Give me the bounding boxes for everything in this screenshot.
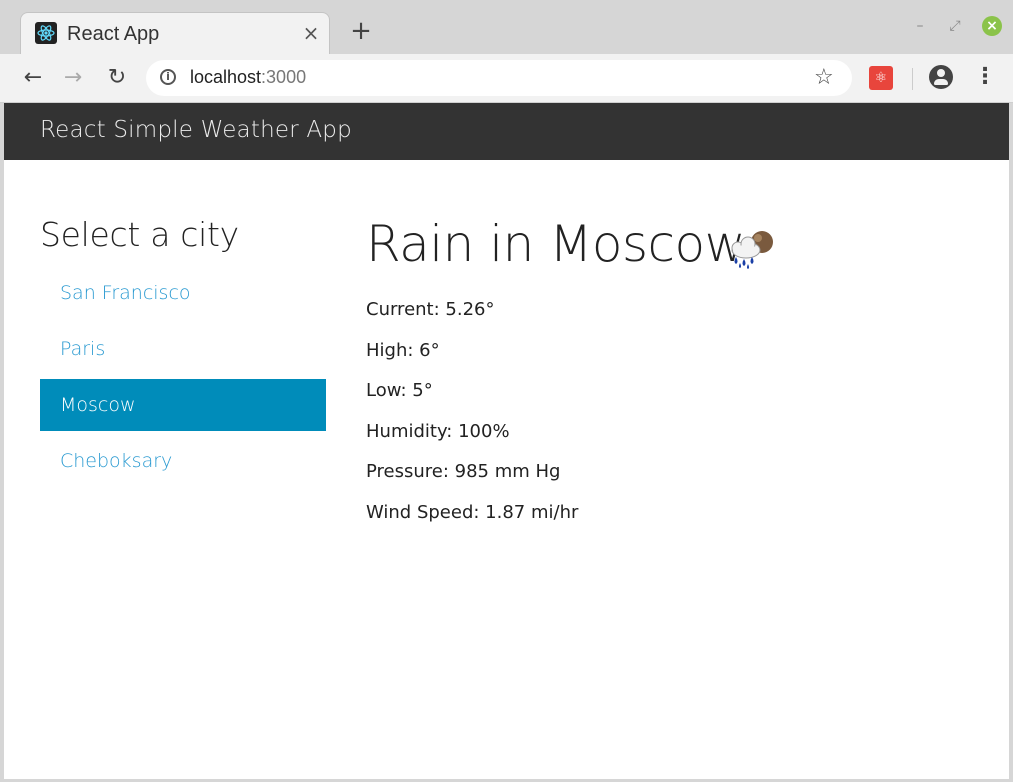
weather-stats: Current: 5.26° High: 6° Low: 5° Humidity… [366,296,578,540]
browser-window: React App × + – ⤢ × ← → ↻ i localhost:30… [0,0,1013,782]
current-temp: Current: 5.26° [366,299,495,320]
info-icon[interactable]: i [160,69,176,85]
account-icon[interactable] [929,65,953,89]
toolbar-divider [912,68,913,90]
new-tab-icon[interactable]: + [348,18,374,44]
forward-arrow-icon[interactable]: → [60,65,86,91]
app-navbar: React Simple Weather App [4,103,1009,160]
menu-dots-icon[interactable]: ⋮ [974,64,996,90]
page-viewport: React Simple Weather App Select a city S… [4,103,1009,779]
url-host: localhost [190,67,262,87]
sidebar-heading: Select a city [40,215,239,254]
city-item-san-francisco[interactable]: San Francisco [40,267,326,319]
pressure: Pressure: 985 mm Hg [366,461,561,483]
maximize-icon[interactable]: ⤢ [945,16,965,36]
humidity: Humidity: 100% [366,420,510,442]
city-item-cheboksary[interactable]: Cheboksary [40,435,326,487]
close-tab-icon[interactable]: × [301,23,321,43]
url-text[interactable]: localhost:3000 [190,67,306,88]
wind-speed: Wind Speed: 1.87 mi/hr [366,501,579,523]
app-title[interactable]: React Simple Weather App [40,117,352,143]
address-bar[interactable]: i localhost:3000 ☆ [146,60,852,96]
tab-strip: React App × + – ⤢ × [0,0,1013,54]
url-port: :3000 [261,67,307,87]
bookmark-star-icon[interactable]: ☆ [814,65,834,90]
close-window-icon[interactable]: × [982,16,1002,36]
high-temp: High: 6° [366,339,440,361]
city-list: San Francisco Paris Moscow Cheboksary [40,267,326,491]
react-devtools-extension-icon[interactable]: ⚛ [869,66,893,90]
back-arrow-icon[interactable]: ← [20,65,46,91]
low-temp: Low: 5° [366,380,433,402]
tab-title: React App [67,23,160,45]
reload-icon[interactable]: ↻ [104,65,130,91]
browser-tab[interactable]: React App × [20,12,330,54]
city-item-paris[interactable]: Paris [40,323,326,375]
weather-title: Rain in Moscow [366,215,746,273]
react-logo-icon [35,22,57,44]
minimize-icon[interactable]: – [910,16,930,36]
browser-toolbar: ← → ↻ i localhost:3000 ☆ ⚛ ⋮ [0,54,1013,103]
rain-cloud-icon [724,226,780,270]
city-item-moscow[interactable]: Moscow [40,379,326,431]
